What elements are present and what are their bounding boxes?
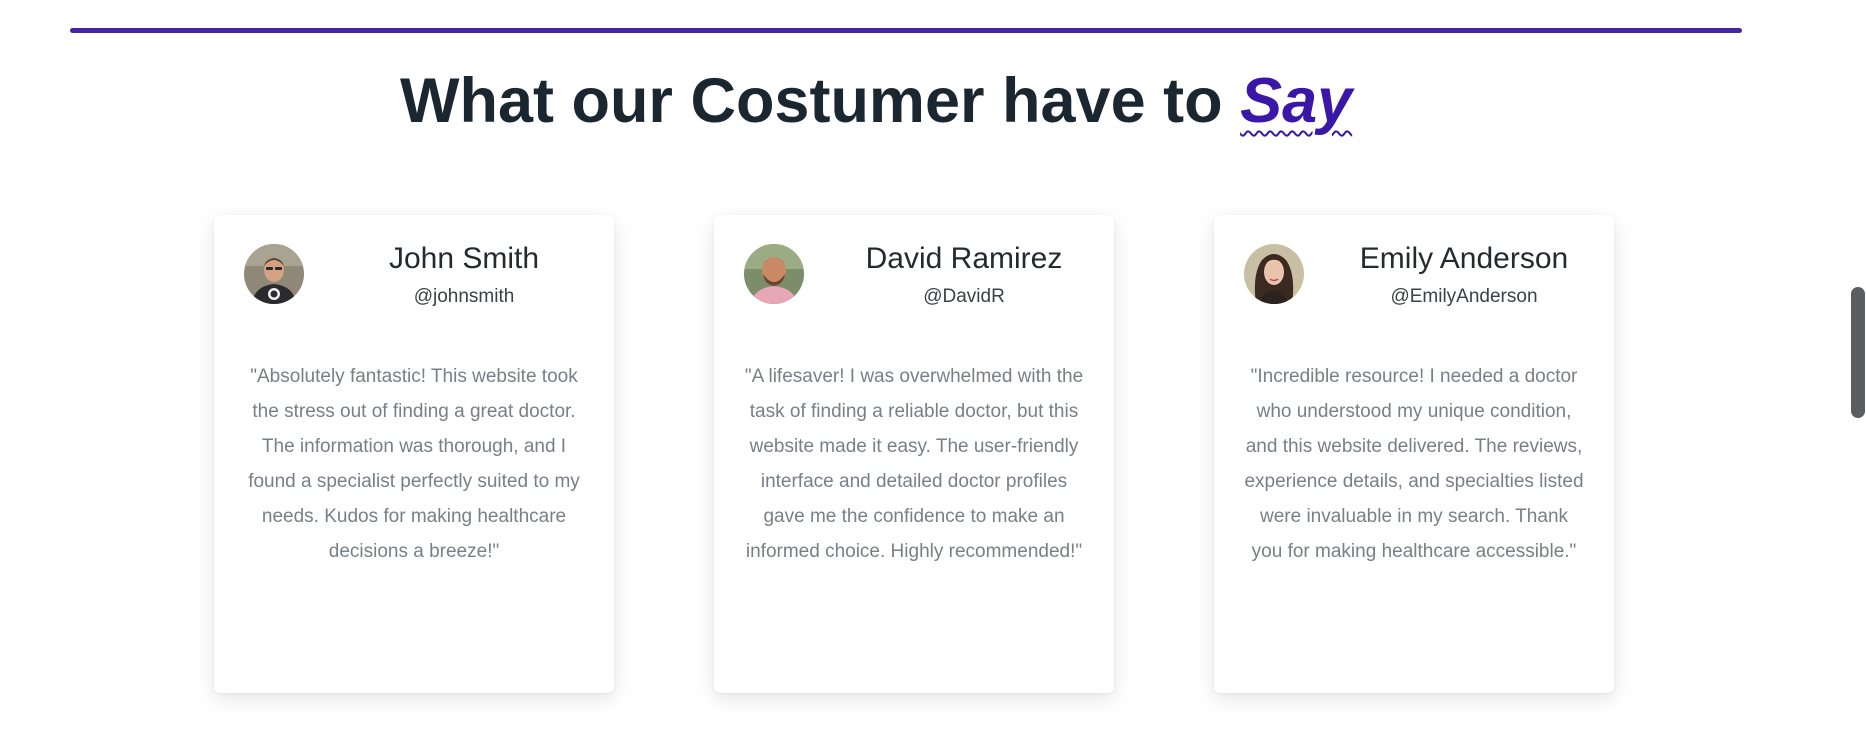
section-heading-accent: Say [1240, 66, 1353, 136]
section-heading-text: What our Costumer have to [400, 66, 1241, 136]
testimonial-quote: "Incredible resource! I needed a doctor … [1244, 366, 1584, 562]
reviewer-name: David Ramirez [865, 242, 1063, 275]
avatar [1244, 244, 1304, 304]
avatar [744, 244, 804, 304]
page-scrollbar[interactable] [1851, 287, 1865, 418]
reviewer-name: John Smith [388, 242, 540, 275]
reviewer-name: Emily Anderson [1359, 242, 1569, 275]
testimonial-card: David Ramirez @DavidR "A lifesaver! I wa… [714, 215, 1114, 693]
testimonial-quote: "A lifesaver! I was overwhelmed with the… [744, 366, 1084, 562]
testimonial-card: Emily Anderson @EmilyAnderson "Incredibl… [1214, 215, 1614, 693]
section-divider [70, 28, 1742, 33]
testimonial-quote: "Absolutely fantastic! This website took… [248, 366, 580, 562]
section-heading: What our Costumer have to Say [400, 60, 1352, 142]
reviewer-handle: @DavidR [923, 286, 1005, 307]
reviewer-handle: @johnsmith [413, 286, 515, 307]
avatar [244, 244, 304, 304]
reviewer-handle: @EmilyAnderson [1390, 286, 1538, 307]
testimonial-card: John Smith @johnsmith "Absolutely fantas… [214, 215, 614, 693]
testimonials-section: What our Costumer have to Say John Smith… [0, 0, 1866, 756]
